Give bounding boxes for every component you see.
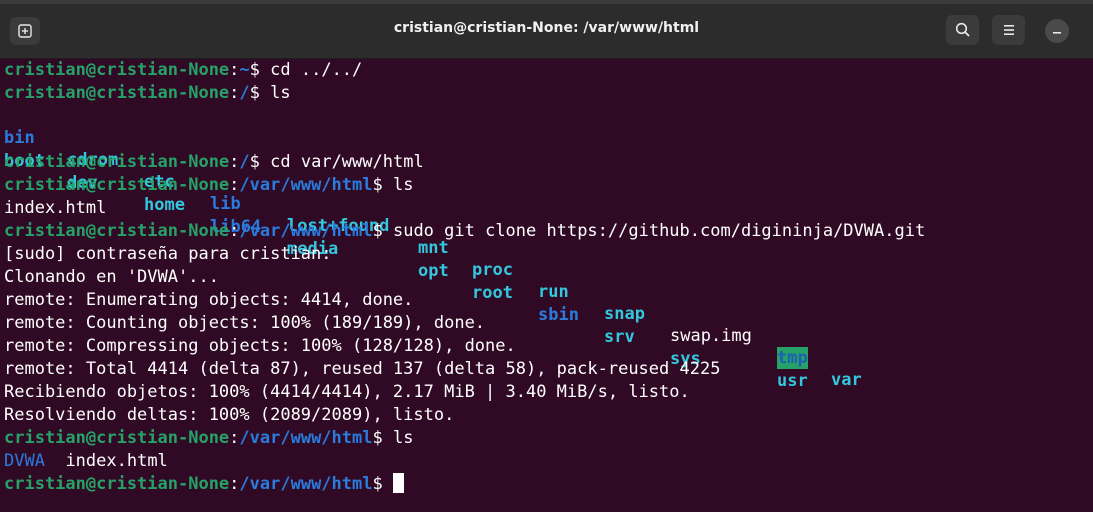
prompt-path: ~ xyxy=(239,61,250,80)
prompt-line: cristian@cristian-None:/var/www/html$ ls xyxy=(4,427,413,449)
terminal-cursor xyxy=(392,472,404,493)
prompt-colon: : xyxy=(229,428,240,448)
ls-entry: proc xyxy=(472,260,513,280)
ls-output-row: DVWA index.html xyxy=(4,450,168,472)
command-text xyxy=(383,474,393,494)
terminal-output[interactable]: cristian@cristian-None:~$ cd ../../ cris… xyxy=(0,61,1093,512)
ls-entry: snap xyxy=(604,304,645,324)
prompt-user: cristian@cristian-None xyxy=(4,428,230,448)
output-line: index.html xyxy=(4,198,107,218)
ls-entry: swap.img xyxy=(670,326,752,346)
ls-output-row: boot dev home lib64 media opt root sbin … xyxy=(0,128,1093,391)
command-text: ls xyxy=(382,428,414,448)
prompt-user: cristian@cristian-None xyxy=(4,175,230,195)
minimize-icon xyxy=(1053,32,1061,34)
prompt-dollar: $ xyxy=(249,61,260,80)
command-text: sudo git clone https://github.com/digini… xyxy=(382,221,926,241)
window-title: cristian@cristian-None: /var/www/html xyxy=(393,20,700,36)
ls-entry: lib xyxy=(210,194,241,214)
ls-entry: home xyxy=(144,195,185,215)
ls-entry: tmp xyxy=(777,347,808,369)
output-line: remote: Enumerating objects: 4414, done. xyxy=(4,290,414,310)
prompt-path: / xyxy=(239,152,250,172)
ls-entry: index.html xyxy=(65,451,168,471)
prompt-colon: : xyxy=(229,61,240,80)
prompt-line: cristian@cristian-None:/$ ls xyxy=(4,82,291,104)
title-bar: cristian@cristian-None: /var/www/html xyxy=(0,0,1093,59)
output-line: remote: Compressing objects: 100% (128/1… xyxy=(4,336,516,356)
ls-entry: DVWA xyxy=(4,451,45,471)
prompt-user: cristian@cristian-None xyxy=(4,221,230,241)
output-line: Clonando en 'DVWA'... xyxy=(4,267,219,287)
hamburger-menu-icon xyxy=(1003,25,1014,35)
output-line: [sudo] contraseña para cristian: xyxy=(4,244,332,264)
ls-entry: sbin xyxy=(538,305,579,325)
prompt-colon: : xyxy=(229,152,240,172)
command-text: cd ../../ xyxy=(259,61,363,80)
minimize-button[interactable] xyxy=(1045,19,1069,43)
prompt-dollar: $ xyxy=(372,428,383,448)
prompt-line: cristian@cristian-None:~$ cd ../../ xyxy=(4,61,362,81)
prompt-user: cristian@cristian-None xyxy=(4,61,230,80)
prompt-line: cristian@cristian-None:/$ cd var/www/htm… xyxy=(4,151,424,173)
prompt-colon: : xyxy=(229,175,240,195)
prompt-line: cristian@cristian-None:/var/www/html$ xyxy=(4,472,404,495)
prompt-user: cristian@cristian-None xyxy=(4,474,230,494)
prompt-dollar: $ xyxy=(249,83,260,103)
menu-button[interactable] xyxy=(992,15,1025,45)
search-icon xyxy=(955,22,970,37)
prompt-path: /var/www/html xyxy=(239,474,373,494)
output-line: Recibiendo objetos: 100% (4414/4414), 2.… xyxy=(4,382,690,402)
title-bar-edge xyxy=(0,0,1093,4)
prompt-path: /var/www/html xyxy=(239,428,373,448)
prompt-colon: : xyxy=(229,83,240,103)
prompt-path: /var/www/html xyxy=(239,221,373,241)
output-line: remote: Counting objects: 100% (189/189)… xyxy=(4,313,486,333)
ls-output-row: bin cdrom etc lib lost+found mnt proc ru… xyxy=(0,105,1093,390)
prompt-user: cristian@cristian-None xyxy=(4,83,230,103)
ls-entry: srv xyxy=(604,327,635,347)
command-text: ls xyxy=(259,83,291,103)
prompt-colon: : xyxy=(229,474,240,494)
prompt-path: /var/www/html xyxy=(239,175,373,195)
ls-entry: var xyxy=(831,370,862,390)
prompt-line: cristian@cristian-None:/var/www/html$ su… xyxy=(4,220,925,242)
command-text: ls xyxy=(382,175,414,195)
command-text: cd var/www/html xyxy=(259,152,424,172)
ls-entry: run xyxy=(538,282,569,302)
prompt-dollar: $ xyxy=(372,474,383,494)
output-line: remote: Total 4414 (delta 87), reused 13… xyxy=(4,359,721,379)
prompt-path: / xyxy=(239,83,250,103)
prompt-colon: : xyxy=(229,221,240,241)
prompt-dollar: $ xyxy=(249,152,260,172)
ls-entry: opt xyxy=(418,261,449,281)
terminal-window: cristian@cristian-None: /var/www/html cr… xyxy=(0,0,1093,512)
prompt-line: cristian@cristian-None:/var/www/html$ ls xyxy=(4,174,413,196)
prompt-user: cristian@cristian-None xyxy=(4,152,230,172)
search-button[interactable] xyxy=(946,15,979,45)
prompt-dollar: $ xyxy=(372,221,383,241)
prompt-dollar: $ xyxy=(372,175,383,195)
output-line: Resolviendo deltas: 100% (2089/2089), li… xyxy=(4,405,455,425)
ls-entry: usr xyxy=(777,371,808,391)
ls-entry: root xyxy=(472,283,513,303)
